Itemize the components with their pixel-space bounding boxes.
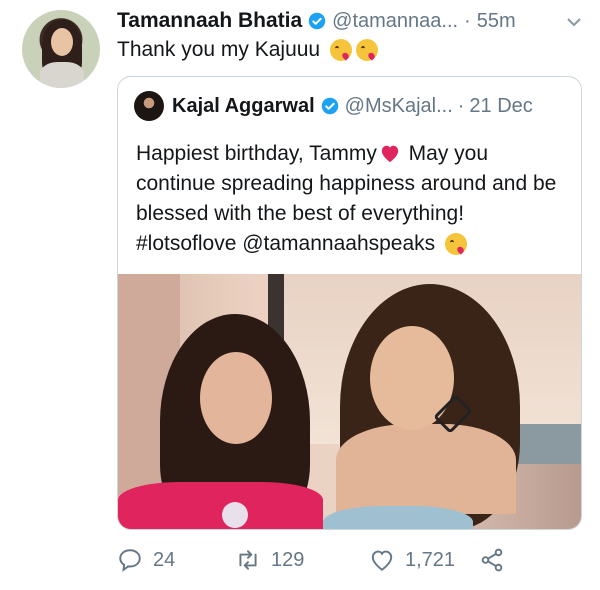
quoted-tweet-text: Happiest birthday, Tammy May you continu… [136, 139, 566, 259]
tweet-text-content: Thank you my Kajuuu [117, 38, 321, 61]
quoted-header-separator: · [457, 94, 465, 117]
author-name[interactable]: Tamannaah Bhatia [117, 9, 302, 33]
quoted-tweet-photo[interactable] [118, 274, 581, 529]
quoted-tweet-card[interactable]: Kajal Aggarwal @MsKajal... · 21 Dec Happ… [117, 76, 582, 530]
kiss-emoji-icon [445, 233, 468, 256]
tweet-text: Thank you my Kajuuu [117, 38, 379, 62]
tweet-timestamp[interactable]: 55m [477, 10, 516, 33]
kiss-emoji-icon [356, 39, 379, 61]
reply-count: 24 [153, 548, 176, 571]
chevron-down-icon[interactable] [566, 14, 582, 30]
tweet-author-avatar[interactable] [22, 10, 100, 88]
quoted-author-avatar [134, 91, 164, 121]
quoted-tweet-header: Kajal Aggarwal @MsKajal... · 21 Dec [134, 91, 569, 121]
quoted-tweet-timestamp: 21 Dec [469, 94, 533, 117]
verified-badge-icon [321, 97, 339, 115]
kiss-emoji-icon [330, 39, 353, 61]
like-button[interactable]: 1,721 [369, 547, 455, 573]
share-icon [481, 548, 503, 572]
heart-outline-icon [371, 550, 393, 571]
share-button[interactable] [479, 547, 515, 573]
retweet-button[interactable]: 129 [235, 547, 304, 573]
quoted-text-part1: Happiest birthday, Tammy [136, 142, 377, 165]
tweet-action-bar: 24 129 1,721 [117, 543, 517, 577]
retweet-count: 129 [271, 548, 305, 571]
retweet-icon [239, 550, 257, 570]
tweet-header: Tamannaah Bhatia @tamannaa... · 55m [117, 6, 582, 36]
author-handle[interactable]: @tamannaa... [332, 10, 458, 33]
quoted-author-handle: @MsKajal... [344, 94, 453, 117]
reply-icon [119, 549, 141, 572]
quoted-author-name: Kajal Aggarwal [172, 94, 315, 117]
verified-badge-icon [308, 12, 326, 30]
red-heart-icon [379, 142, 401, 163]
header-separator: · [464, 9, 471, 32]
reply-button[interactable]: 24 [117, 547, 175, 573]
like-count: 1,721 [405, 548, 456, 571]
